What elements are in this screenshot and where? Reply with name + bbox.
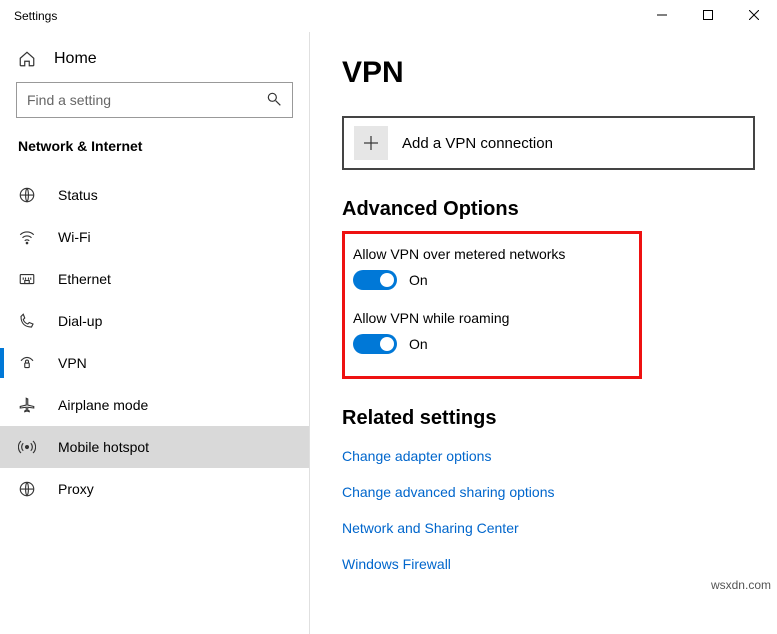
wifi-icon <box>18 228 36 246</box>
add-vpn-label: Add a VPN connection <box>402 135 553 152</box>
search-box[interactable] <box>16 82 293 118</box>
hotspot-icon <box>18 438 36 456</box>
sidebar-item-proxy[interactable]: Proxy <box>0 468 309 510</box>
dialup-icon <box>18 312 36 330</box>
sidebar-item-label: Airplane mode <box>58 397 148 413</box>
minimize-button[interactable] <box>639 0 685 30</box>
sidebar-item-airplane[interactable]: Airplane mode <box>0 384 309 426</box>
sidebar-item-label: Proxy <box>58 481 94 497</box>
vpn-icon <box>18 354 36 372</box>
option-metered-label: Allow VPN over metered networks <box>353 246 621 262</box>
toggle-roaming-state: On <box>409 336 428 352</box>
link-network-center[interactable]: Network and Sharing Center <box>342 520 753 536</box>
link-sharing-options[interactable]: Change advanced sharing options <box>342 484 753 500</box>
ethernet-icon <box>18 270 36 288</box>
toggle-metered[interactable] <box>353 270 397 290</box>
search-icon <box>267 92 283 108</box>
sidebar-item-ethernet[interactable]: Ethernet <box>0 258 309 300</box>
sidebar-item-label: Dial-up <box>58 313 102 329</box>
home-icon <box>18 50 36 68</box>
airplane-icon <box>18 396 36 414</box>
sidebar-item-label: Wi-Fi <box>58 229 91 245</box>
option-roaming-label: Allow VPN while roaming <box>353 310 621 326</box>
close-button[interactable] <box>731 0 777 30</box>
window-title: Settings <box>0 9 57 23</box>
toggle-roaming[interactable] <box>353 334 397 354</box>
sidebar-item-hotspot[interactable]: Mobile hotspot <box>0 426 309 468</box>
proxy-icon <box>18 480 36 498</box>
link-firewall[interactable]: Windows Firewall <box>342 556 753 572</box>
link-adapter-options[interactable]: Change adapter options <box>342 448 753 464</box>
titlebar: Settings <box>0 0 777 32</box>
add-vpn-button[interactable]: Add a VPN connection <box>342 116 755 170</box>
sidebar-item-dialup[interactable]: Dial-up <box>0 300 309 342</box>
sidebar-item-label: Mobile hotspot <box>58 439 149 455</box>
highlighted-options-box: Allow VPN over metered networks On Allow… <box>342 231 642 379</box>
sidebar-item-label: Ethernet <box>58 271 111 287</box>
sidebar-item-vpn[interactable]: VPN <box>0 342 309 384</box>
maximize-button[interactable] <box>685 0 731 30</box>
home-button[interactable]: Home <box>0 32 309 82</box>
sidebar-item-wifi[interactable]: Wi-Fi <box>0 216 309 258</box>
sidebar-item-label: Status <box>58 187 98 203</box>
search-input[interactable] <box>16 82 293 118</box>
sidebar-section-title: Network & Internet <box>0 138 309 174</box>
sidebar: Home Network & Internet Status Wi-Fi Eth… <box>0 32 310 634</box>
page-title: VPN <box>342 56 753 90</box>
globe-icon <box>18 186 36 204</box>
sidebar-item-label: VPN <box>58 355 87 371</box>
content-area: VPN Add a VPN connection Advanced Option… <box>310 32 777 634</box>
related-settings-heading: Related settings <box>342 407 753 430</box>
watermark: wsxdn.com <box>711 578 771 592</box>
advanced-options-heading: Advanced Options <box>342 198 753 221</box>
plus-icon <box>354 126 388 160</box>
home-label: Home <box>54 50 97 68</box>
toggle-metered-state: On <box>409 272 428 288</box>
sidebar-item-status[interactable]: Status <box>0 174 309 216</box>
